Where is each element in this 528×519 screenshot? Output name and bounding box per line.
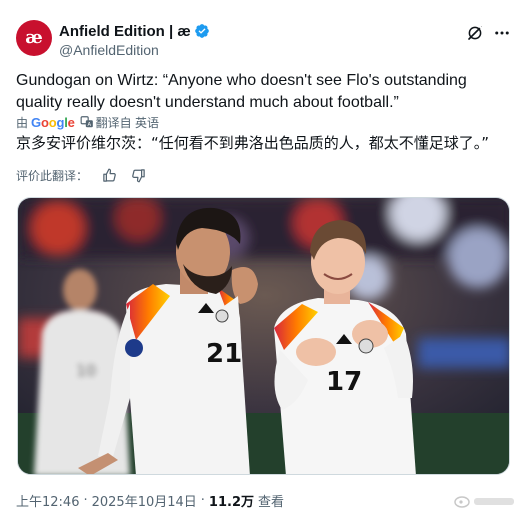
tweet-date[interactable]: 2025年10月14日	[92, 491, 197, 510]
avatar-logo: æ	[25, 27, 43, 48]
more-horizontal-icon[interactable]	[492, 24, 512, 42]
author-display-name[interactable]: Anfield Edition | æ	[59, 23, 191, 40]
tweet-text: Gundogan on Wirtz: “Anyone who doesn't s…	[16, 72, 467, 111]
svg-text:A: A	[87, 122, 91, 128]
author-block: Anfield Edition | æ @AnfieldEdition	[59, 22, 210, 58]
views-label: 查看	[258, 494, 285, 510]
translate-icon: A	[80, 116, 93, 128]
translation-attribution: 由 Google A 翻译自 英语	[16, 113, 159, 131]
display-name-row: Anfield Edition | æ	[59, 22, 210, 40]
tweet-photo[interactable]: 10 21 17	[17, 197, 510, 475]
avatar[interactable]: æ	[16, 20, 52, 56]
author-handle[interactable]: @AnfieldEdition	[59, 42, 210, 58]
translated-text: 京多安评价维尔茨：“任何看不到弗洛出色品质的人，都太不懂足球了。”	[16, 134, 490, 152]
tweet-header: æ Anfield Edition | æ @AnfieldEdition	[16, 20, 512, 60]
translate-source-link[interactable]: 翻译自 英语	[96, 114, 159, 131]
thumbs-up-icon[interactable]	[102, 168, 117, 183]
footer-separator: ·	[83, 492, 88, 508]
rate-translation-row: 评价此翻译：	[16, 165, 146, 185]
svg-text:10: 10	[76, 361, 96, 380]
grok-icon[interactable]	[466, 24, 484, 42]
views-count: 11.2万	[208, 494, 254, 510]
tweet-time[interactable]: 上午12:46	[16, 491, 79, 510]
footer-separator-2: ·	[200, 492, 205, 508]
google-logo: Google	[31, 114, 75, 130]
thumbs-down-icon[interactable]	[131, 168, 146, 183]
players-photo-illustration: 10 21 17	[18, 198, 509, 474]
translated-by-label: 由	[16, 115, 29, 130]
jersey-number-17: 17	[326, 367, 362, 397]
verified-badge-icon	[194, 24, 209, 38]
jersey-number-21: 21	[206, 339, 242, 369]
rate-translation-label: 评价此翻译：	[16, 168, 89, 183]
watermark-logo-icon	[454, 496, 514, 508]
tweet-footer: 上午12:46 · 2025年10月14日 · 11.2万 查看	[16, 491, 285, 510]
